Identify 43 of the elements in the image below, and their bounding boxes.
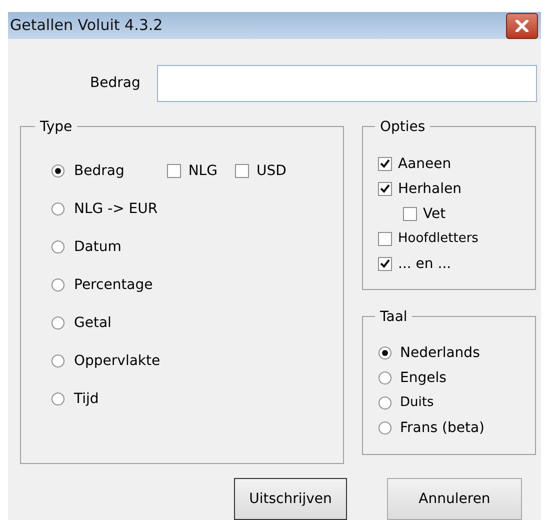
window-title: Getallen Voluit 4.3.2 <box>10 15 163 36</box>
radio-button[interactable] <box>378 346 392 360</box>
radio-button[interactable] <box>51 278 65 292</box>
checkbox[interactable] <box>378 232 392 246</box>
option-label: NLG -> EUR <box>74 202 158 216</box>
option-label: Nederlands <box>400 346 480 360</box>
field-label: Bedrag <box>90 74 142 93</box>
checkbox[interactable] <box>378 182 392 196</box>
option-label: Vet <box>423 206 446 220</box>
radio-button[interactable] <box>51 316 65 330</box>
checkbox[interactable] <box>378 156 392 170</box>
option-label: Datum <box>74 240 122 254</box>
dialog-button[interactable]: Annuleren <box>387 478 522 520</box>
option-label: Oppervlakte <box>74 354 160 368</box>
close-icon <box>515 20 529 32</box>
option-label: Aaneen <box>398 156 452 170</box>
option-label: Percentage <box>74 278 153 292</box>
radio-button[interactable] <box>51 202 65 216</box>
input-field[interactable] <box>157 65 537 102</box>
radio-button[interactable] <box>378 396 392 410</box>
option-label: Engels <box>400 370 446 384</box>
radio-button[interactable] <box>51 392 65 406</box>
option-label: ... en ... <box>398 256 452 270</box>
dialog-button[interactable]: Uitschrijven <box>234 478 347 520</box>
option-label: Herhalen <box>398 182 462 196</box>
radio-button[interactable] <box>51 354 65 368</box>
radio-button[interactable] <box>51 164 65 178</box>
option-label: Bedrag <box>74 164 124 178</box>
radio-button[interactable] <box>378 420 392 434</box>
option-label: Getal <box>74 316 112 330</box>
checkbox[interactable] <box>378 256 392 270</box>
option-label: Hoofdletters <box>398 232 478 245</box>
option-label: Duits <box>400 396 434 409</box>
radio-button[interactable] <box>51 240 65 254</box>
option-label: NLG <box>188 164 218 178</box>
option-label: USD <box>256 164 286 178</box>
option-label: Tijd <box>74 392 99 406</box>
radio-button[interactable] <box>378 370 392 384</box>
checkbox[interactable] <box>167 164 182 178</box>
checkbox[interactable] <box>403 206 417 220</box>
option-label: Frans (beta) <box>400 420 484 434</box>
checkbox[interactable] <box>235 164 250 178</box>
close-button[interactable] <box>506 12 538 38</box>
